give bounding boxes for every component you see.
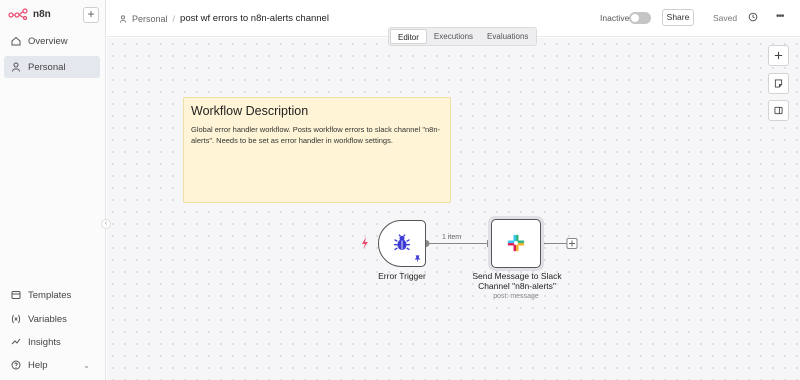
insights-icon (11, 338, 21, 345)
templates-icon (11, 291, 21, 299)
connections-layer (362, 237, 578, 249)
breadcrumb: Personal / post wf errors to n8n-alerts … (119, 13, 329, 24)
sidebar-item-label: Insights (28, 336, 61, 348)
chevron-down-icon: ⌄ (83, 360, 90, 370)
sidebar-item-overview[interactable]: Overview (4, 30, 100, 52)
active-toggle[interactable] (629, 12, 651, 24)
variables-icon (11, 314, 21, 324)
bug-icon (394, 234, 410, 251)
collapse-sidebar-button[interactable]: ‹ (101, 219, 111, 229)
sidebar-item-help[interactable]: Help ⌄ (4, 354, 100, 376)
node-label: Error Trigger (378, 271, 426, 281)
sidebar-item-personal[interactable]: Personal (4, 56, 100, 78)
saved-status: Saved (713, 13, 738, 23)
app-name: n8n (33, 8, 51, 20)
help-icon (11, 360, 21, 370)
workflow-canvas[interactable]: Editor Executions Evaluations Workflow D… (107, 27, 800, 380)
slack-icon (507, 234, 525, 252)
user-icon (12, 62, 20, 72)
sidebar: n8n + Overview Personal Templates Variab… (0, 0, 106, 380)
user-icon (119, 14, 127, 23)
trigger-flash-icon (362, 237, 368, 249)
history-icon[interactable] (748, 12, 758, 22)
home-icon (11, 36, 21, 46)
sidebar-item-templates[interactable]: Templates (4, 284, 100, 306)
sidebar-item-variables[interactable]: Variables (4, 308, 100, 330)
sidebar-item-label: Personal (28, 61, 66, 73)
create-new-button[interactable]: + (83, 7, 99, 23)
workflow-title[interactable]: post wf errors to n8n-alerts channel (180, 13, 329, 24)
more-options-icon[interactable]: ••• (776, 11, 784, 22)
node-error-trigger[interactable] (378, 220, 426, 267)
node-slack-send-message[interactable] (491, 219, 541, 268)
breadcrumb-separator: / (172, 13, 176, 24)
node-label-line1: Send Message to Slack (472, 271, 562, 281)
status-label: Inactive (600, 13, 630, 23)
sidebar-item-label: Overview (28, 35, 68, 47)
sidebar-item-label: Templates (28, 289, 72, 301)
node-subtitle: post: message (493, 293, 539, 300)
logo[interactable]: n8n (8, 8, 51, 20)
breadcrumb-project[interactable]: Personal (132, 14, 168, 24)
sidebar-item-insights[interactable]: Insights (4, 331, 100, 353)
node-label: Send Message to Slack Channel "n8n-alert… (459, 271, 575, 291)
sidebar-item-label: Variables (28, 313, 67, 325)
pin-icon (414, 255, 421, 262)
share-button[interactable]: Share (662, 9, 694, 26)
node-label-line2: Channel "n8n-alerts" (478, 281, 556, 291)
connection-label: 1 item (442, 234, 462, 241)
n8n-logo-icon (8, 8, 28, 20)
sidebar-item-label: Help (28, 359, 48, 371)
